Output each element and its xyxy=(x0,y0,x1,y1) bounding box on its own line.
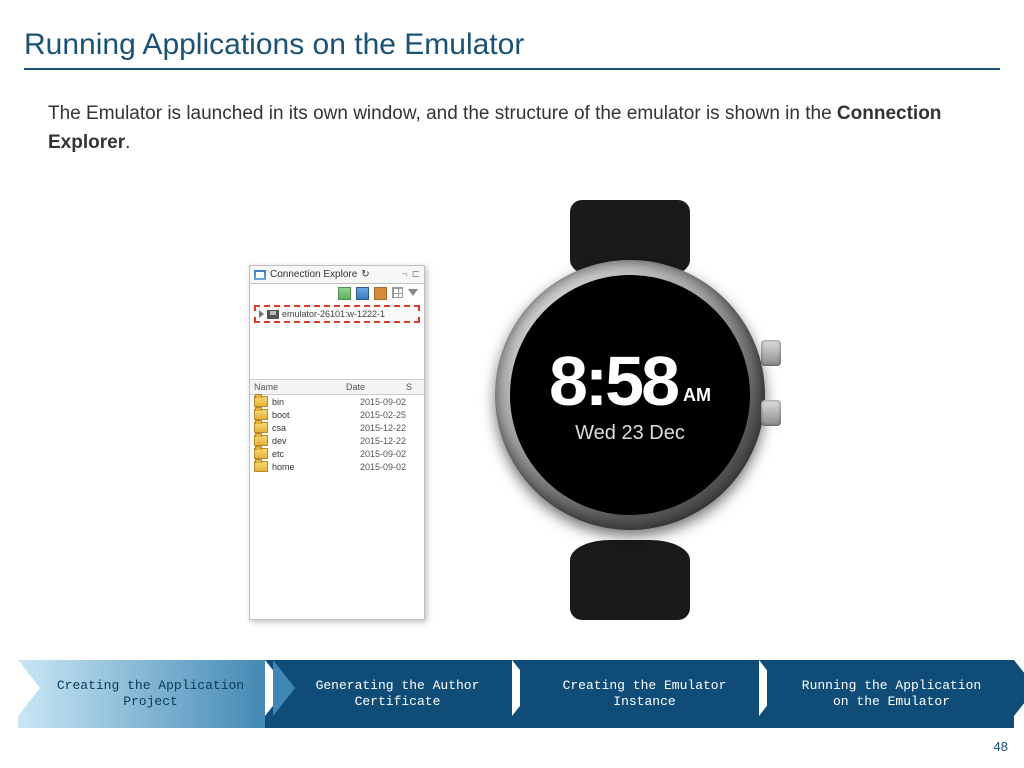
process-steps: Creating the Application Project Generat… xyxy=(0,660,1024,728)
panel-collapse-icon[interactable]: ¬ xyxy=(402,269,408,280)
toolbar-icon-1[interactable] xyxy=(338,287,351,300)
watch-strap-bottom xyxy=(570,540,690,620)
file-name: etc xyxy=(272,449,356,459)
file-date: 2015-09-02 xyxy=(360,397,420,407)
folder-icon xyxy=(254,435,268,446)
file-date: 2015-09-02 xyxy=(360,462,420,472)
intro-text: The Emulator is launched in its own wind… xyxy=(48,100,976,157)
step-label: Creating the Application Project xyxy=(54,678,247,711)
file-row[interactable]: dev 2015-12-22 xyxy=(250,434,424,447)
watch-time: 8:58 AM xyxy=(549,346,711,416)
toolbar-icon-3[interactable] xyxy=(374,287,387,300)
explorer-icon xyxy=(254,270,266,280)
panel-menu-icon[interactable]: ⊏ xyxy=(412,269,420,280)
file-row[interactable]: bin 2015-09-02 xyxy=(250,395,424,408)
file-row[interactable]: csa 2015-12-22 xyxy=(250,421,424,434)
emulator-watch: 8:58 AM Wed 23 Dec xyxy=(485,200,775,620)
watch-date: Wed 23 Dec xyxy=(575,422,685,445)
panel-toolbar xyxy=(250,284,424,303)
connection-explorer-panel: Connection Explore ↻ ¬ ⊏ emulator-26101:… xyxy=(249,265,425,620)
step-4: Running the Application on the Emulator xyxy=(759,660,1014,728)
file-table-header: Name Date S xyxy=(250,379,424,395)
expand-icon[interactable] xyxy=(259,310,264,318)
folder-icon xyxy=(254,448,268,459)
device-label: emulator-26101:w-1222-1 xyxy=(282,309,385,319)
step-2: Generating the Author Certificate xyxy=(265,660,520,728)
device-icon xyxy=(267,310,279,319)
col-name[interactable]: Name xyxy=(254,382,346,392)
folder-icon xyxy=(254,461,268,472)
file-row[interactable]: boot 2015-02-25 xyxy=(250,408,424,421)
device-row-highlighted[interactable]: emulator-26101:w-1222-1 xyxy=(254,305,420,323)
step-label: Generating the Author Certificate xyxy=(301,678,494,711)
col-size[interactable]: S xyxy=(406,382,420,392)
panel-tab-label: Connection Explore xyxy=(270,269,357,280)
page-number: 48 xyxy=(994,739,1008,754)
file-name: bin xyxy=(272,397,356,407)
folder-icon xyxy=(254,422,268,433)
watch-face[interactable]: 8:58 AM Wed 23 Dec xyxy=(510,275,750,515)
folder-icon xyxy=(254,396,268,407)
watch-time-hm: 8:58 xyxy=(549,346,677,416)
file-date: 2015-02-25 xyxy=(360,410,420,420)
step-1: Creating the Application Project xyxy=(18,660,273,728)
page-title: Running Applications on the Emulator xyxy=(0,0,1024,68)
intro-part2: . xyxy=(125,132,130,153)
file-date: 2015-09-02 xyxy=(360,449,420,459)
step-label: Running the Application on the Emulator xyxy=(795,678,988,711)
file-name: home xyxy=(272,462,356,472)
toolbar-dropdown-icon[interactable] xyxy=(408,289,418,296)
file-row[interactable]: etc 2015-09-02 xyxy=(250,447,424,460)
folder-icon xyxy=(254,409,268,420)
watch-button-bottom[interactable] xyxy=(761,400,781,426)
intro-part1: The Emulator is launched in its own wind… xyxy=(48,103,837,124)
file-name: dev xyxy=(272,436,356,446)
refresh-icon[interactable]: ↻ xyxy=(361,269,369,280)
file-date: 2015-12-22 xyxy=(360,436,420,446)
watch-time-ampm: AM xyxy=(683,385,711,406)
step-label: Creating the Emulator Instance xyxy=(548,678,741,711)
toolbar-icon-4[interactable] xyxy=(392,287,403,298)
col-date[interactable]: Date xyxy=(346,382,406,392)
watch-button-top[interactable] xyxy=(761,340,781,366)
file-date: 2015-12-22 xyxy=(360,423,420,433)
file-name: boot xyxy=(272,410,356,420)
file-name: csa xyxy=(272,423,356,433)
panel-spacer xyxy=(250,329,424,379)
file-row[interactable]: home 2015-09-02 xyxy=(250,460,424,473)
toolbar-icon-2[interactable] xyxy=(356,287,369,300)
panel-tab[interactable]: Connection Explore ↻ ¬ ⊏ xyxy=(250,266,424,284)
title-underline xyxy=(24,68,1000,70)
step-3: Creating the Emulator Instance xyxy=(512,660,767,728)
